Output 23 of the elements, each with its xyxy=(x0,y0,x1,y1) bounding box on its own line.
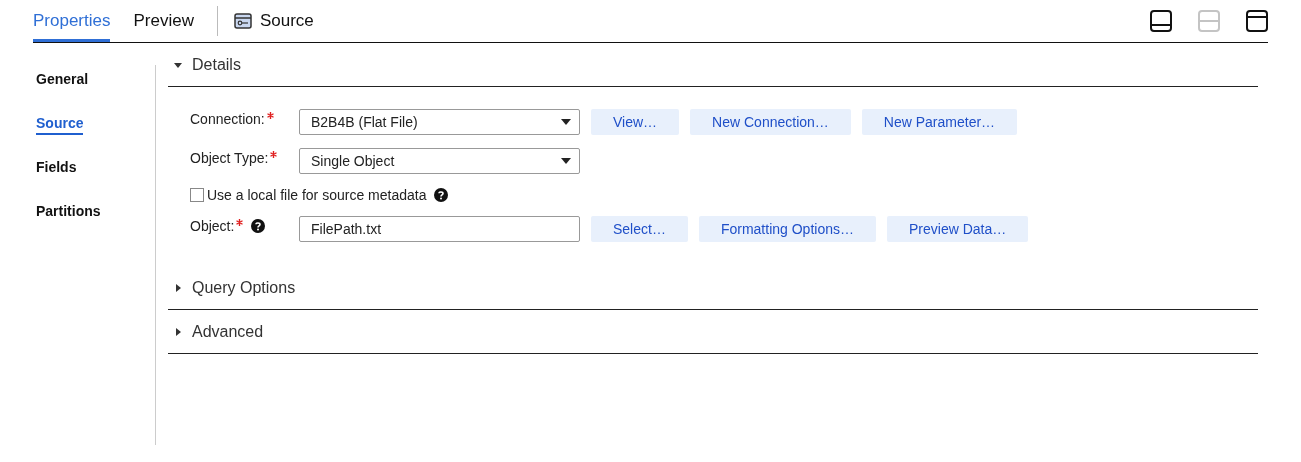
source-title: Source xyxy=(259,11,314,31)
sidebar-item[interactable]: Source xyxy=(36,113,84,135)
action-button[interactable]: Select… xyxy=(591,216,688,242)
field-label: Connection: xyxy=(190,111,265,127)
dropdown[interactable]: B2B4B (Flat File) xyxy=(299,109,580,135)
field-label: Object: xyxy=(190,218,235,234)
section-header[interactable]: Details xyxy=(168,43,1258,87)
dropdown[interactable]: Single Object xyxy=(299,148,580,174)
action-button[interactable]: View… xyxy=(591,109,680,135)
action-button[interactable]: New Connection… xyxy=(690,109,851,135)
action-button[interactable]: Preview Data… xyxy=(887,216,1029,242)
field-label: Object Type: xyxy=(190,150,269,166)
sidebar-item[interactable]: Fields xyxy=(36,157,77,179)
section-header[interactable]: Advanced xyxy=(168,310,1258,354)
section-header[interactable]: Query Options xyxy=(168,266,1258,310)
action-button[interactable]: New Parameter… xyxy=(861,109,1018,135)
tab[interactable]: Properties xyxy=(33,0,111,42)
sidebar-item[interactable]: Partitions xyxy=(36,201,101,223)
action-button[interactable]: Formatting Options… xyxy=(698,216,876,242)
input-field[interactable]: FilePath.txt xyxy=(299,216,580,242)
sidebar-item[interactable]: General xyxy=(36,69,89,91)
checkbox-label: Use a local file for source metadata xyxy=(207,187,427,203)
tab[interactable]: Preview xyxy=(133,0,194,42)
